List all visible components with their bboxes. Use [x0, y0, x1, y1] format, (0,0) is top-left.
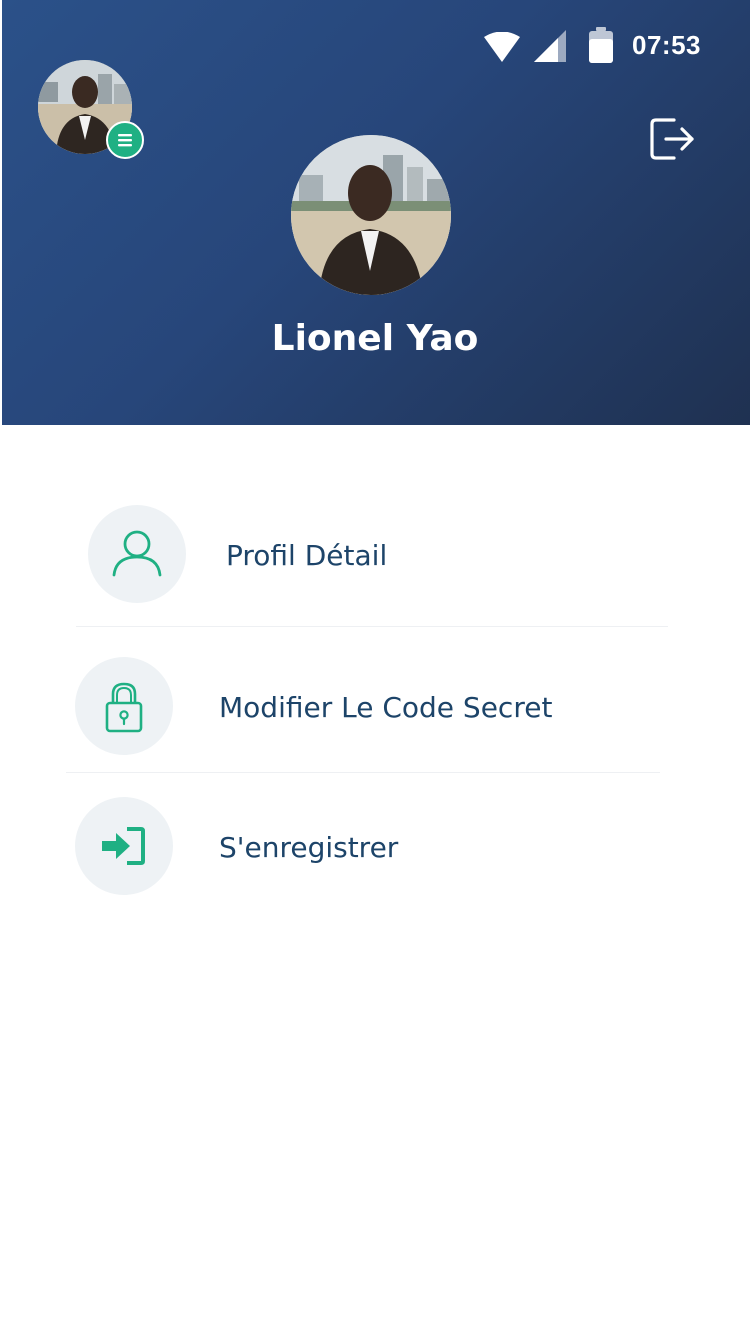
menu-badge[interactable]: [106, 121, 144, 159]
lock-icon: [105, 682, 143, 733]
menu-item-profile-detail[interactable]: Profil Détail: [0, 505, 750, 605]
status-bar-clock: 07:53: [632, 30, 701, 60]
sign-in-icon: [102, 827, 145, 865]
menu-item-label: Profil Détail: [226, 539, 388, 572]
user-name: Lionel Yao: [271, 318, 479, 359]
avatar-photo: [291, 135, 451, 295]
menu-icon-circle: [88, 505, 186, 603]
user-icon: [112, 530, 162, 577]
menu-icon-circle: [75, 657, 173, 755]
signal-icon: [534, 30, 566, 62]
divider: [76, 626, 668, 627]
divider: [66, 772, 660, 773]
logout-icon[interactable]: [648, 114, 696, 164]
menu-icon: [118, 134, 132, 147]
menu-item-label: Modifier Le Code Secret: [219, 691, 553, 724]
wifi-icon: [484, 32, 520, 62]
battery-icon: [589, 27, 613, 63]
menu-item-register[interactable]: S'enregistrer: [0, 797, 750, 897]
menu-icon-circle: [75, 797, 173, 895]
profile-avatar: [291, 135, 451, 295]
menu-item-change-secret-code[interactable]: Modifier Le Code Secret: [0, 657, 750, 757]
menu-item-label: S'enregistrer: [219, 831, 399, 864]
